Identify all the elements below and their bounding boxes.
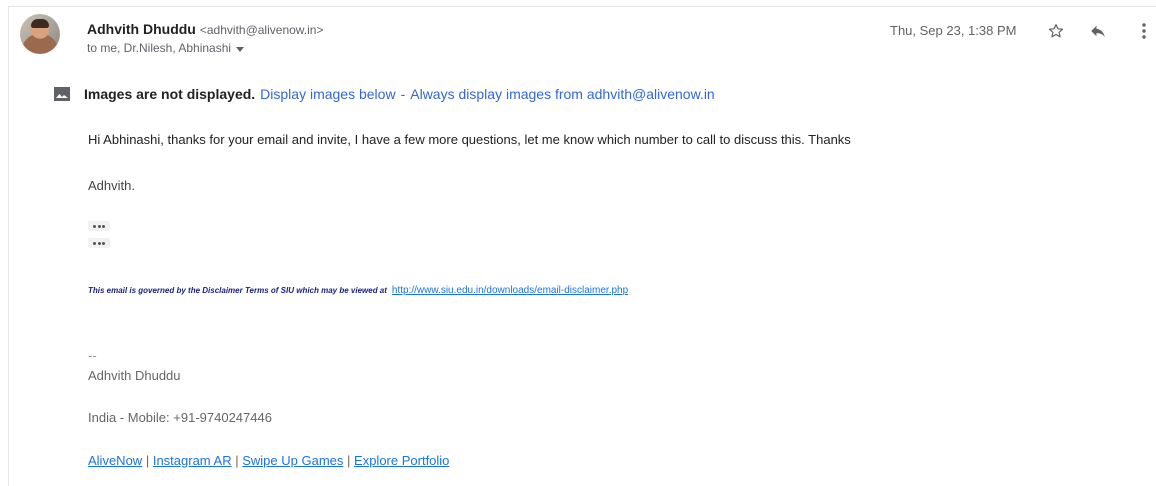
more-vert-icon bbox=[1142, 23, 1146, 39]
banner-separator: - bbox=[400, 86, 406, 102]
signoff: Adhvith. bbox=[88, 178, 135, 193]
sender-name[interactable]: Adhvith Dhuddu bbox=[87, 21, 196, 37]
reply-icon bbox=[1091, 25, 1105, 37]
signature-name: Adhvith Dhuddu bbox=[88, 368, 181, 383]
explore-portfolio-link[interactable]: Explore Portfolio bbox=[354, 453, 449, 468]
signature-phone: India - Mobile: +91-9740247446 bbox=[88, 410, 272, 425]
disclaimer: This email is governed by the Disclaimer… bbox=[88, 285, 628, 296]
instagram-ar-link[interactable]: Instagram AR bbox=[153, 453, 232, 468]
recipients-line[interactable]: to me, Dr.Nilesh, Abhinashi bbox=[87, 41, 245, 55]
image-icon bbox=[54, 87, 70, 101]
images-not-displayed-label: Images are not displayed. bbox=[84, 86, 256, 102]
avatar-hair bbox=[31, 19, 49, 28]
left-divider bbox=[8, 6, 9, 486]
link-separator: | bbox=[235, 453, 239, 468]
signature-links: AliveNow | Instagram AR | Swipe Up Games… bbox=[88, 453, 449, 468]
disclaimer-link[interactable]: http://www.siu.edu.in/downloads/email-di… bbox=[392, 285, 628, 296]
disclaimer-text: This email is governed by the Disclaimer… bbox=[88, 286, 387, 295]
display-images-below-link[interactable]: Display images below bbox=[260, 86, 395, 102]
avatar[interactable] bbox=[20, 14, 60, 54]
swipe-up-games-link[interactable]: Swipe Up Games bbox=[242, 453, 343, 468]
message-body: Hi Abhinashi, thanks for your email and … bbox=[88, 132, 851, 147]
link-separator: | bbox=[145, 453, 150, 468]
show-trimmed-content-button-2[interactable] bbox=[88, 238, 110, 248]
sender-email: <adhvith@alivenow.in> bbox=[199, 23, 324, 37]
images-banner: Images are not displayed. Display images… bbox=[54, 82, 1156, 106]
alivenow-link[interactable]: AliveNow bbox=[88, 453, 142, 468]
more-options-button[interactable] bbox=[1133, 20, 1155, 42]
link-separator: | bbox=[347, 453, 351, 468]
star-icon bbox=[1048, 24, 1064, 38]
sender-line: Adhvith Dhuddu <adhvith@alivenow.in> bbox=[87, 21, 323, 37]
timestamp: Thu, Sep 23, 1:38 PM bbox=[890, 23, 1017, 38]
always-display-images-link[interactable]: Always display images from adhvith@alive… bbox=[410, 86, 714, 102]
signature-dash: -- bbox=[88, 348, 97, 363]
top-divider bbox=[8, 6, 1156, 7]
recipients-text: to me, Dr.Nilesh, Abhinashi bbox=[87, 41, 232, 55]
reply-button[interactable] bbox=[1087, 20, 1109, 42]
chevron-down-icon[interactable] bbox=[236, 46, 245, 52]
show-trimmed-content-button[interactable] bbox=[88, 221, 110, 231]
star-button[interactable] bbox=[1045, 20, 1067, 42]
